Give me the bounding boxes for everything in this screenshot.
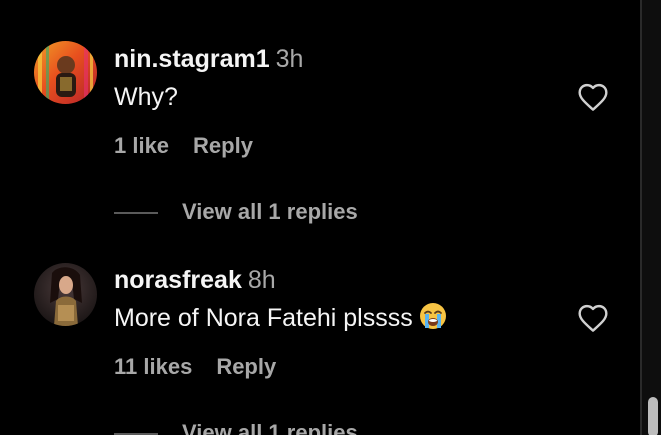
heart-icon[interactable] — [577, 82, 609, 112]
comments-panel: nin.stagram1 3h Why? 1 like Reply View all… — [0, 0, 661, 435]
comment-actions: 11 likes Reply — [114, 354, 276, 380]
timestamp: 3h — [275, 45, 304, 73]
reply-button[interactable]: Reply — [216, 354, 276, 379]
scrollbar-track[interactable] — [642, 0, 661, 435]
comment-text-body: Why? — [114, 83, 178, 111]
comment-header: nin.stagram1 3h — [114, 44, 303, 74]
avatar-image — [34, 41, 97, 104]
view-replies-button[interactable]: View all 1 replies — [114, 420, 358, 435]
likes-count[interactable]: 11 likes — [114, 354, 192, 379]
avatar-image — [34, 263, 97, 326]
view-replies-label: View all 1 replies — [182, 420, 358, 435]
comment-text: Why? — [114, 82, 178, 112]
comment-text-body: More of Nora Fatehi plssss — [114, 304, 413, 332]
comment-actions: 1 like Reply — [114, 133, 253, 159]
comment-header: norasfreak 8h — [114, 265, 276, 295]
comment-text: More of Nora Fatehi plssss — [114, 302, 447, 337]
view-replies-label: View all 1 replies — [182, 199, 358, 224]
avatar[interactable] — [34, 41, 97, 104]
likes-count[interactable]: 1 like — [114, 133, 169, 158]
divider-line — [114, 212, 158, 215]
reply-button[interactable]: Reply — [193, 133, 253, 158]
loudly-crying-face-icon — [419, 302, 447, 337]
timestamp: 8h — [247, 266, 276, 294]
view-replies-button[interactable]: View all 1 replies — [114, 199, 358, 225]
scrollbar-thumb[interactable] — [648, 397, 658, 435]
heart-icon[interactable] — [577, 303, 609, 333]
username[interactable]: nin.stagram1 — [114, 45, 270, 73]
avatar[interactable] — [34, 263, 97, 326]
username[interactable]: norasfreak — [114, 266, 242, 294]
